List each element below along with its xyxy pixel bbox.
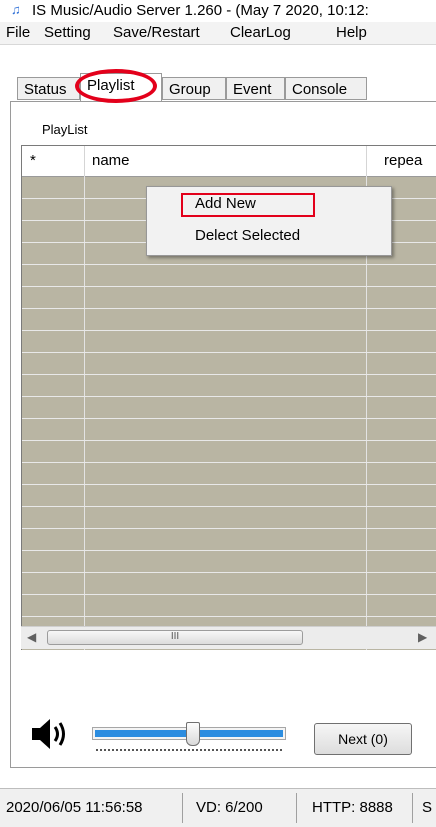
next-button[interactable]: Next (0) xyxy=(314,723,412,755)
music-note-icon: ♫ xyxy=(11,2,21,17)
menu-setting[interactable]: Setting xyxy=(44,24,91,41)
menu-bar: File Setting Save/Restart ClearLog Help xyxy=(0,22,436,45)
scrollbar-thumb[interactable]: III xyxy=(47,630,303,645)
volume-ticks xyxy=(96,749,282,751)
status-datetime: 2020/06/05 11:56:58 xyxy=(6,799,143,816)
context-menu: Add New Delect Selected xyxy=(146,186,392,256)
menu-item-add-new[interactable]: Add New xyxy=(195,195,256,212)
status-extra: S xyxy=(422,799,433,816)
menu-file[interactable]: File xyxy=(6,24,30,41)
status-vd: VD: 6/200 xyxy=(196,799,263,816)
annotation-circle xyxy=(75,69,157,103)
grid-header: * name repea xyxy=(22,146,436,177)
window-title: IS Music/Audio Server 1.260 - (May 7 202… xyxy=(32,2,369,19)
volume-thumb[interactable] xyxy=(186,722,200,746)
tab-console[interactable]: Console xyxy=(285,77,367,100)
playlist-group-label: PlayList xyxy=(42,122,88,137)
status-bar: 2020/06/05 11:56:58 VD: 6/200 HTTP: 8888… xyxy=(0,788,436,827)
column-header-marker[interactable]: * xyxy=(30,152,36,169)
tab-event[interactable]: Event xyxy=(226,77,285,100)
scroll-right-icon[interactable]: ▶ xyxy=(418,630,427,644)
status-http: HTTP: 8888 xyxy=(312,799,393,816)
tab-group[interactable]: Group xyxy=(162,77,226,100)
horizontal-scrollbar[interactable]: ◀ III ▶ xyxy=(21,626,436,649)
menu-help[interactable]: Help xyxy=(336,24,367,41)
scroll-left-icon[interactable]: ◀ xyxy=(27,630,36,644)
menu-save-restart[interactable]: Save/Restart xyxy=(113,24,200,41)
column-header-name[interactable]: name xyxy=(92,152,130,169)
speaker-icon[interactable] xyxy=(30,716,70,752)
menu-clearlog[interactable]: ClearLog xyxy=(230,24,291,41)
volume-slider[interactable] xyxy=(92,722,286,756)
menu-item-delete-selected[interactable]: Delect Selected xyxy=(195,227,300,244)
title-bar: ♫ IS Music/Audio Server 1.260 - (May 7 2… xyxy=(0,0,436,22)
column-header-repeat[interactable]: repea xyxy=(384,152,422,169)
tab-status[interactable]: Status xyxy=(17,77,80,100)
